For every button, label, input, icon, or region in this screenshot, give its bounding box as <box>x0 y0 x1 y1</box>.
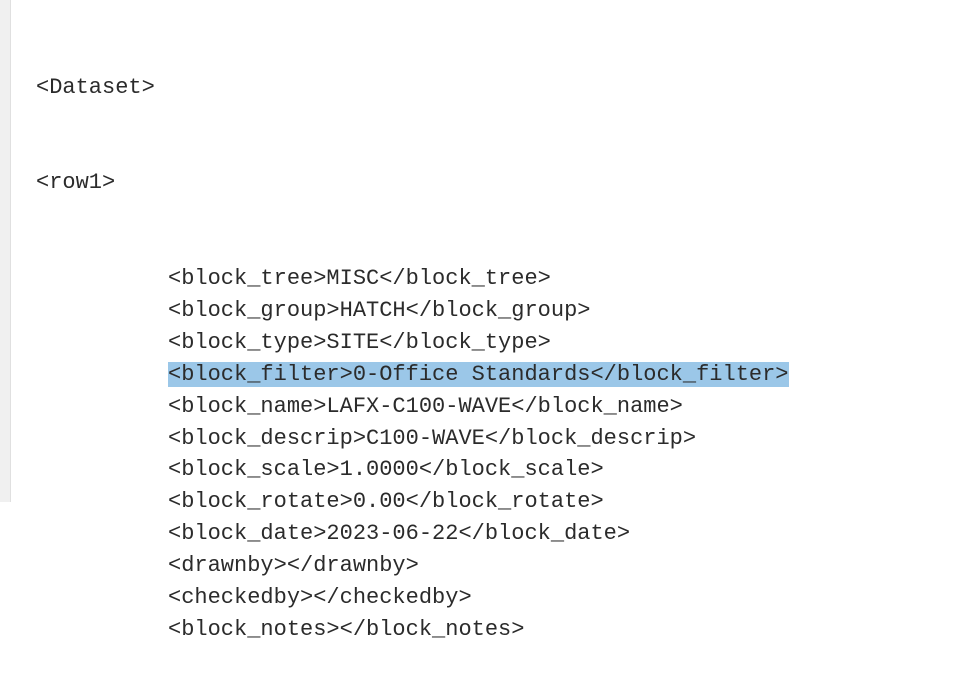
xml-dataset-open: <Dataset> <box>18 72 789 104</box>
xml-tag-block_notes: <block_notes></block_notes> <box>168 617 524 642</box>
xml-row1-open: <row1> <box>18 167 789 199</box>
xml-line-block_scale: <block_scale>1.0000</block_scale> <box>18 454 789 486</box>
xml-tag-block_tree: <block_tree>MISC</block_tree> <box>168 266 551 291</box>
xml-line-block_tree: <block_tree>MISC</block_tree> <box>18 263 789 295</box>
xml-child-lines: <block_tree>MISC</block_tree> <block_grou… <box>18 263 789 646</box>
xml-tag-block_group: <block_group>HATCH</block_group> <box>168 298 590 323</box>
xml-line-block_rotate: <block_rotate>0.00</block_rotate> <box>18 486 789 518</box>
xml-tag-block_name: <block_name>LAFX-C100-WAVE</block_name> <box>168 394 683 419</box>
editor-gutter <box>0 0 11 502</box>
xml-tag-block_filter: <block_filter>0-Office Standards</block_… <box>168 362 789 387</box>
xml-tag-block_scale: <block_scale>1.0000</block_scale> <box>168 457 604 482</box>
xml-line-checkedby: <checkedby></checkedby> <box>18 582 789 614</box>
xml-line-block_group: <block_group>HATCH</block_group> <box>18 295 789 327</box>
xml-line-block_date: <block_date>2023-06-22</block_date> <box>18 518 789 550</box>
xml-line-block_descrip: <block_descrip>C100-WAVE</block_descrip> <box>18 423 789 455</box>
xml-line-block_type: <block_type>SITE</block_type> <box>18 327 789 359</box>
xml-line-drawnby: <drawnby></drawnby> <box>18 550 789 582</box>
xml-line-block_name: <block_name>LAFX-C100-WAVE</block_name> <box>18 391 789 423</box>
xml-tag-block_descrip: <block_descrip>C100-WAVE</block_descrip> <box>168 426 696 451</box>
xml-tag-block_type: <block_type>SITE</block_type> <box>168 330 551 355</box>
xml-tag-checkedby: <checkedby></checkedby> <box>168 585 472 610</box>
xml-tag-block_date: <block_date>2023-06-22</block_date> <box>168 521 630 546</box>
xml-line-block_notes: <block_notes></block_notes> <box>18 614 789 646</box>
xml-line-block_filter: <block_filter>0-Office Standards</block_… <box>18 359 789 391</box>
xml-tag-drawnby: <drawnby></drawnby> <box>168 553 419 578</box>
xml-code-block[interactable]: <Dataset> <row1> <block_tree>MISC</block… <box>18 8 789 678</box>
